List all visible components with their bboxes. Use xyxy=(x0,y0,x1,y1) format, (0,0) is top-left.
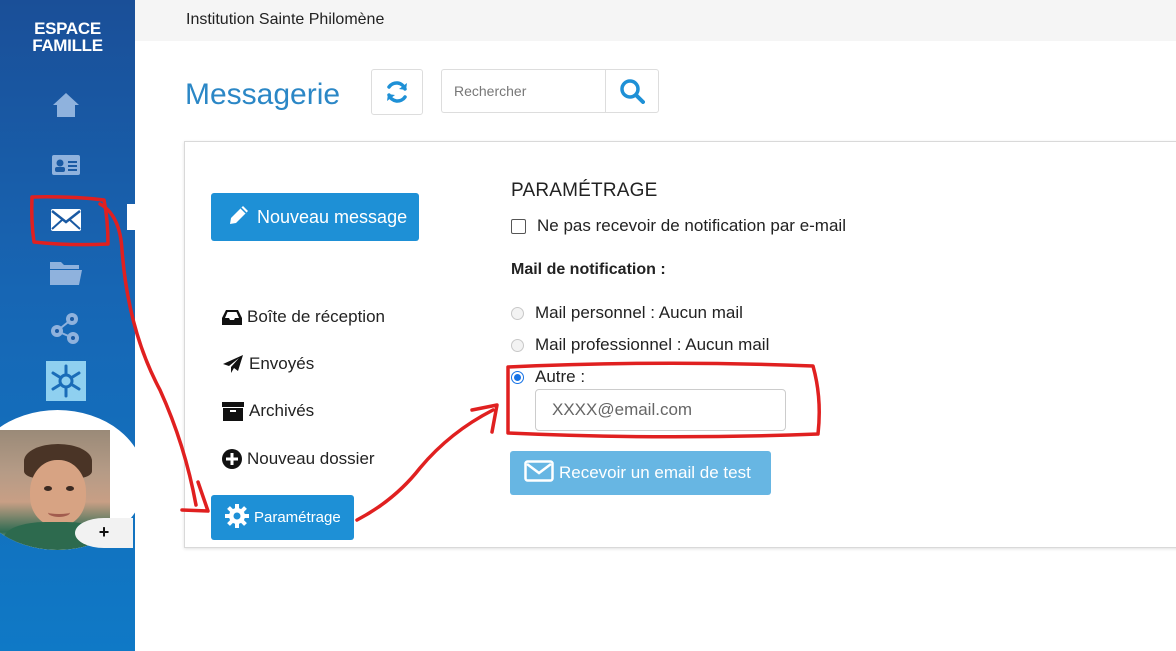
new-message-label: Nouveau message xyxy=(257,206,408,227)
folder-icon[interactable] xyxy=(44,252,88,292)
envelope-outline-icon xyxy=(524,459,554,487)
radio-professional-label: Mail professionnel : Aucun mail xyxy=(535,335,770,354)
nav-new-folder[interactable]: Nouveau dossier xyxy=(222,449,375,469)
plus-circle-icon xyxy=(222,449,242,469)
nav-inbox-label: Boîte de réception xyxy=(247,307,385,326)
inbox-icon xyxy=(222,309,242,326)
search-input[interactable] xyxy=(441,69,605,113)
add-profile-button[interactable]: + xyxy=(75,518,133,548)
radio-personal-label: Mail personnel : Aucun mail xyxy=(535,303,743,322)
snowflake-icon[interactable] xyxy=(44,361,88,401)
nav-inbox[interactable]: Boîte de réception xyxy=(222,307,385,327)
archive-icon xyxy=(222,401,244,421)
refresh-icon xyxy=(387,81,407,103)
radio-other-label: Autre : xyxy=(535,367,586,386)
brand-line-2: FAMILLE xyxy=(32,36,103,55)
radio-other-row[interactable]: Autre : xyxy=(511,367,585,387)
search-icon xyxy=(620,79,645,104)
radio-other-mail[interactable] xyxy=(511,370,524,384)
notification-heading: Mail de notification : xyxy=(511,261,666,278)
nav-archived-label: Archivés xyxy=(249,401,315,420)
send-test-email-button[interactable]: Recevoir un email de test xyxy=(510,451,771,495)
radio-professional-mail[interactable] xyxy=(511,338,524,352)
top-bar: Institution Sainte Philomène xyxy=(135,0,1176,41)
brand-line-1: ESPACE xyxy=(34,19,101,38)
send-test-email-label: Recevoir un email de test xyxy=(559,463,751,482)
other-email-field[interactable] xyxy=(535,389,786,431)
no-notification-checkbox[interactable] xyxy=(511,218,526,234)
settings-button[interactable]: Paramétrage xyxy=(211,495,354,540)
brand-logo[interactable]: ESPACE FAMILLE xyxy=(0,20,135,54)
nav-sent[interactable]: Envoyés xyxy=(222,354,314,374)
refresh-button[interactable] xyxy=(371,69,423,115)
radio-personal-mail[interactable] xyxy=(511,306,524,320)
nav-sent-label: Envoyés xyxy=(249,354,315,373)
radio-personal-row[interactable]: Mail personnel : Aucun mail xyxy=(511,303,743,323)
sidebar: ESPACE FAMILLE + xyxy=(0,0,135,651)
no-notification-row[interactable]: Ne pas recevoir de notification par e-ma… xyxy=(511,216,846,236)
nav-new-folder-label: Nouveau dossier xyxy=(247,449,375,468)
active-item-marker xyxy=(127,204,135,230)
network-icon[interactable] xyxy=(44,308,88,348)
gear-icon xyxy=(225,503,249,532)
institution-name: Institution Sainte Philomène xyxy=(186,11,385,28)
home-icon[interactable] xyxy=(44,85,88,125)
radio-professional-row[interactable]: Mail professionnel : Aucun mail xyxy=(511,335,769,355)
search-button[interactable] xyxy=(605,69,659,113)
new-message-button[interactable]: Nouveau message xyxy=(211,193,419,241)
settings-label: Paramétrage xyxy=(254,509,341,526)
page-title: Messagerie xyxy=(185,78,341,111)
id-card-icon[interactable] xyxy=(44,145,88,185)
pencil-icon xyxy=(227,203,251,232)
envelope-icon[interactable] xyxy=(44,200,88,240)
nav-archived[interactable]: Archivés xyxy=(222,401,314,421)
paper-plane-icon xyxy=(222,354,244,374)
no-notification-label: Ne pas recevoir de notification par e-ma… xyxy=(537,216,846,235)
settings-title: PARAMÉTRAGE xyxy=(511,180,658,201)
